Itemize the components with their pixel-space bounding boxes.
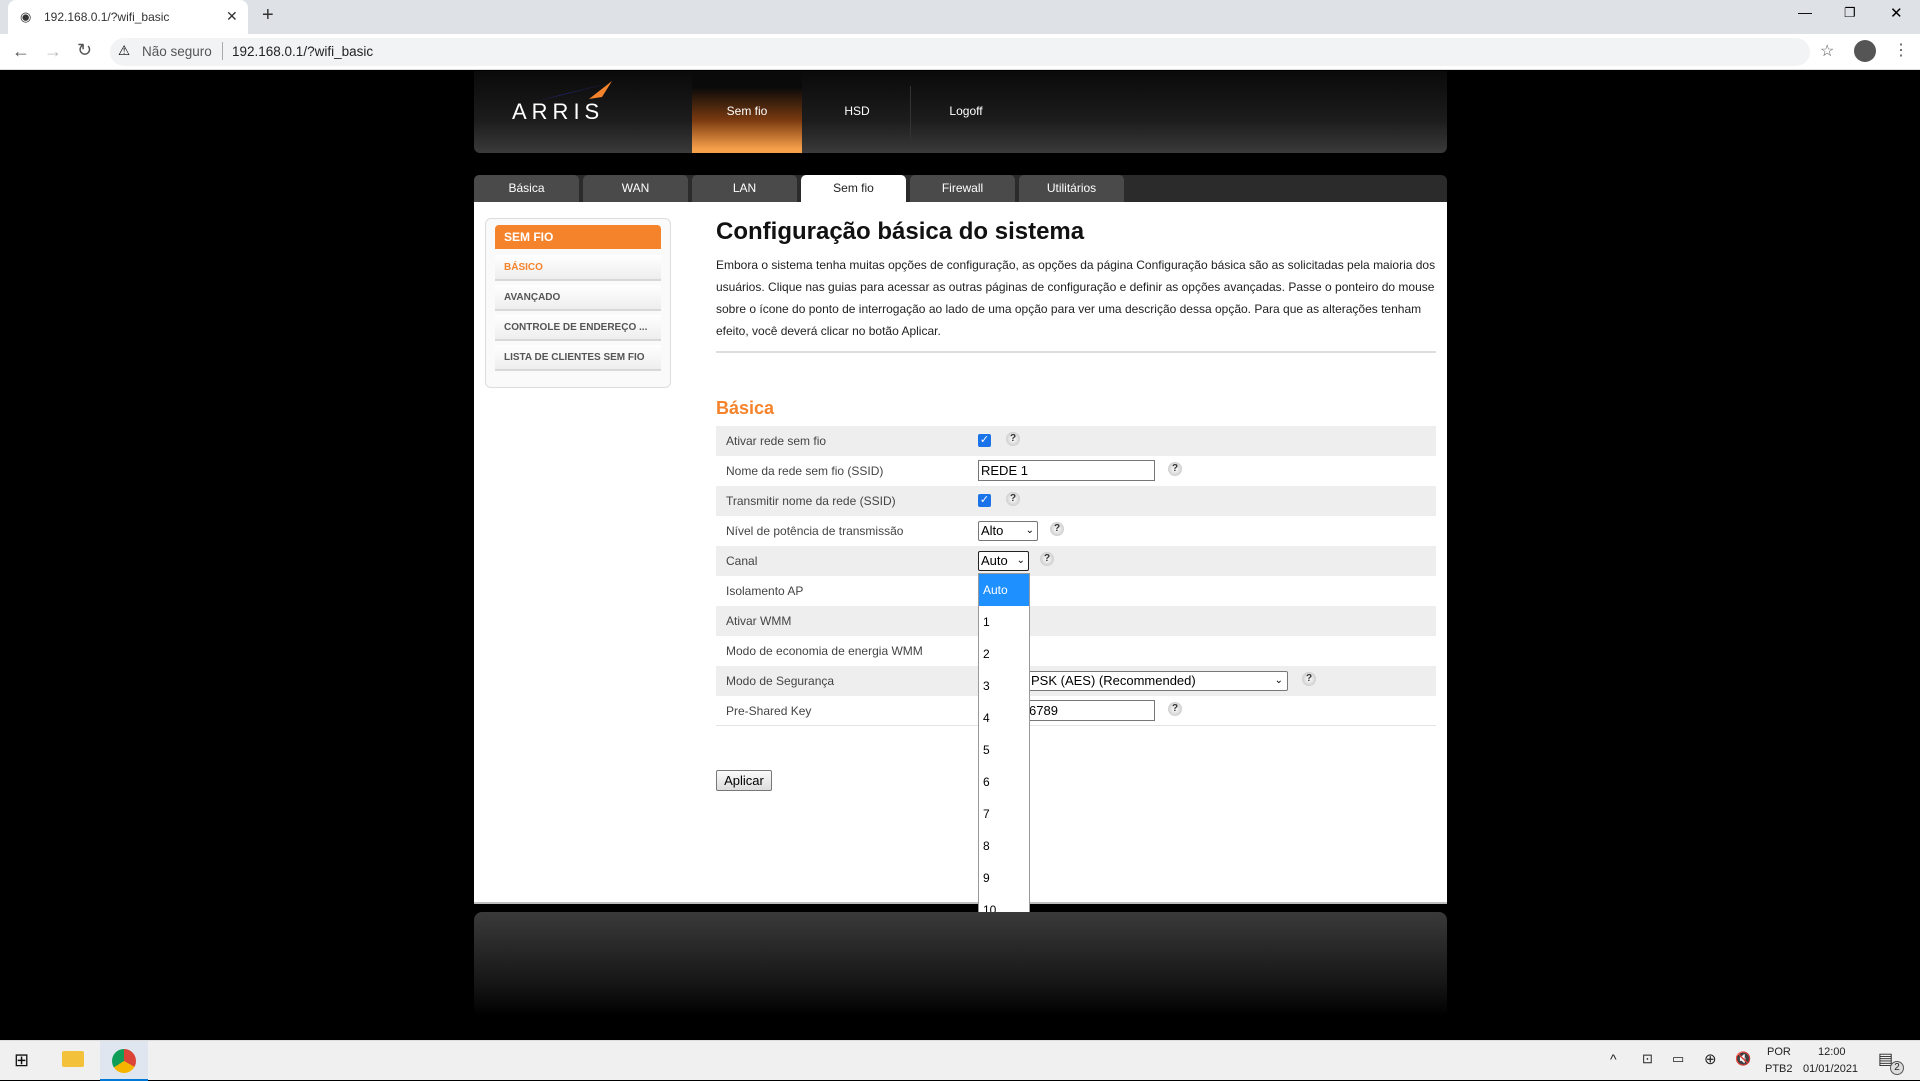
help-icon[interactable]: ? <box>1006 492 1020 506</box>
content-panel: SEM FIO BÁSICO AVANÇADO CONTROLE DE ENDE… <box>474 202 1447 902</box>
url-text: 192.168.0.1/?wifi_basic <box>232 44 374 59</box>
enable-wireless-checkbox[interactable]: ✓ <box>978 434 991 447</box>
back-icon[interactable]: ← <box>12 41 30 62</box>
tab-firewall[interactable]: Firewall <box>910 175 1015 202</box>
channel-option[interactable]: 4 <box>979 702 1029 734</box>
channel-option[interactable]: 9 <box>979 862 1029 894</box>
security-label: Não seguro <box>142 44 212 59</box>
page-description: Embora o sistema tenha muitas opções de … <box>716 258 1436 338</box>
browser-tab-strip: ◉ 192.168.0.1/?wifi_basic ✕ + — ❐ ✕ <box>0 0 1920 34</box>
footer-panel <box>474 912 1447 1016</box>
clock-date[interactable]: 01/01/2021 <box>1803 1063 1858 1075</box>
chevron-down-icon: ⌄ <box>1016 555 1025 566</box>
channel-option[interactable]: 1 <box>979 606 1029 638</box>
sidebar-item-avancado[interactable]: AVANÇADO <box>495 285 661 311</box>
channel-select[interactable]: Auto ⌄ <box>978 551 1029 571</box>
page-title: Configuração básica do sistema <box>716 218 1085 245</box>
windows-start-icon[interactable]: ⊞ <box>14 1050 29 1071</box>
tab-title: 192.168.0.1/?wifi_basic <box>44 10 170 24</box>
channel-option[interactable]: 7 <box>979 798 1029 830</box>
taskbar: ⊞ ^ ⊡ ▭ ⊕ 🔇 POR PTB2 12:00 01/01/2021 ▤ … <box>0 1040 1920 1081</box>
section-title: Básica <box>716 398 775 418</box>
tab-wan[interactable]: WAN <box>583 175 688 202</box>
row-wmm-power-save: Modo de economia de energia WMM <box>726 644 923 658</box>
reload-icon[interactable]: ↻ <box>77 40 92 61</box>
warning-icon: ⚠ <box>118 43 131 58</box>
divider <box>716 351 1436 353</box>
restore-icon[interactable]: ❐ <box>1844 5 1856 21</box>
tx-power-select[interactable]: Alto ⌄ <box>978 521 1038 541</box>
chrome-icon[interactable] <box>112 1049 136 1073</box>
row-wmm: Ativar WMM <box>716 606 1436 636</box>
globe-icon: ◉ <box>20 9 32 24</box>
chevron-down-icon: ⌄ <box>1025 525 1034 536</box>
camera-icon[interactable]: ⊡ <box>1642 1051 1653 1067</box>
tab-sem-fio[interactable]: Sem fio <box>801 175 906 202</box>
battery-icon[interactable]: ▭ <box>1672 1051 1684 1067</box>
help-icon[interactable]: ? <box>1302 672 1316 686</box>
close-tab-icon[interactable]: ✕ <box>226 8 238 25</box>
profile-avatar-icon[interactable] <box>1854 40 1876 62</box>
nav-hsd[interactable]: HSD <box>802 71 912 153</box>
channel-option[interactable]: 8 <box>979 830 1029 862</box>
row-broadcast-ssid: Transmitir nome da rede (SSID) ✓ ? <box>716 486 1436 516</box>
clock-time[interactable]: 12:00 <box>1818 1046 1846 1058</box>
channel-option[interactable]: 5 <box>979 734 1029 766</box>
sidebar-item-basico[interactable]: BÁSICO <box>495 255 661 281</box>
ssid-input[interactable]: REDE 1 <box>978 460 1155 481</box>
help-icon[interactable]: ? <box>1168 702 1182 716</box>
nav-sem-fio[interactable]: Sem fio <box>692 71 802 153</box>
row-ssid: Nome da rede sem fio (SSID) REDE 1 ? <box>716 456 1436 486</box>
sub-tabs: Básica WAN LAN Sem fio Firewall Utilitár… <box>474 175 1447 202</box>
row-psk: Pre-Shared Key 6789 ? <box>716 696 1436 726</box>
row-enable-wireless: Ativar rede sem fio ✓ ? <box>716 426 1436 456</box>
sidebar-title: SEM FIO <box>495 225 661 249</box>
channel-option[interactable]: 2 <box>979 638 1029 670</box>
network-icon[interactable]: ⊕ <box>1704 1050 1717 1068</box>
channel-dropdown-list: Auto1234567891011 <box>978 573 1030 957</box>
keyboard-layout[interactable]: PTB2 <box>1765 1063 1793 1075</box>
router-header: ARRIS Sem fio HSD Logoff <box>474 71 1447 153</box>
help-icon[interactable]: ? <box>1006 432 1020 446</box>
language-indicator[interactable]: POR <box>1767 1046 1791 1058</box>
close-window-icon[interactable]: ✕ <box>1890 4 1903 22</box>
help-icon[interactable]: ? <box>1050 522 1064 536</box>
file-explorer-icon[interactable] <box>62 1051 84 1067</box>
row-ap-isolation: Isolamento AP <box>726 584 804 598</box>
notification-count: 2 <box>1890 1061 1904 1075</box>
sidebar-item-lista-clientes[interactable]: LISTA DE CLIENTES SEM FIO <box>495 345 661 371</box>
channel-option[interactable]: 3 <box>979 670 1029 702</box>
bookmark-star-icon[interactable]: ☆ <box>1820 41 1834 61</box>
row-channel: Canal Auto ⌄ ? <box>716 546 1436 576</box>
chevron-down-icon: ⌄ <box>1274 675 1283 686</box>
nav-logoff[interactable]: Logoff <box>911 71 1021 153</box>
minimize-icon[interactable]: — <box>1798 4 1812 20</box>
address-bar-row: ← → ↻ ⚠ Não seguro 192.168.0.1/?wifi_bas… <box>0 34 1920 70</box>
sidebar-item-controle-endereco[interactable]: CONTROLE DE ENDEREÇO ... <box>495 315 661 341</box>
help-icon[interactable]: ? <box>1040 552 1054 566</box>
forward-icon[interactable]: → <box>44 41 62 62</box>
apply-button[interactable]: Aplicar <box>716 770 772 791</box>
tab-lan[interactable]: LAN <box>692 175 797 202</box>
volume-muted-icon[interactable]: 🔇 <box>1735 1051 1751 1067</box>
chevron-up-icon[interactable]: ^ <box>1610 1051 1617 1067</box>
new-tab-icon[interactable]: + <box>262 4 274 27</box>
row-security-mode: Modo de Segurança PSK (AES) (Recommended… <box>716 666 1436 696</box>
tab-utilitarios[interactable]: Utilitários <box>1019 175 1124 202</box>
row-tx-power: Nível de potência de transmissão Alto ⌄ ? <box>716 516 1436 546</box>
broadcast-ssid-checkbox[interactable]: ✓ <box>978 494 991 507</box>
help-icon[interactable]: ? <box>1168 462 1182 476</box>
menu-icon[interactable]: ⋮ <box>1893 40 1909 60</box>
arris-logo-swoosh-icon <box>534 81 614 102</box>
sidebar: SEM FIO BÁSICO AVANÇADO CONTROLE DE ENDE… <box>485 218 671 388</box>
channel-option[interactable]: 6 <box>979 766 1029 798</box>
url-bar[interactable]: ⚠ Não seguro 192.168.0.1/?wifi_basic ☆ <box>110 38 1834 66</box>
channel-option[interactable]: Auto <box>979 574 1029 606</box>
tab-basica[interactable]: Básica <box>474 175 579 202</box>
browser-tab[interactable]: ◉ 192.168.0.1/?wifi_basic ✕ <box>8 0 248 34</box>
